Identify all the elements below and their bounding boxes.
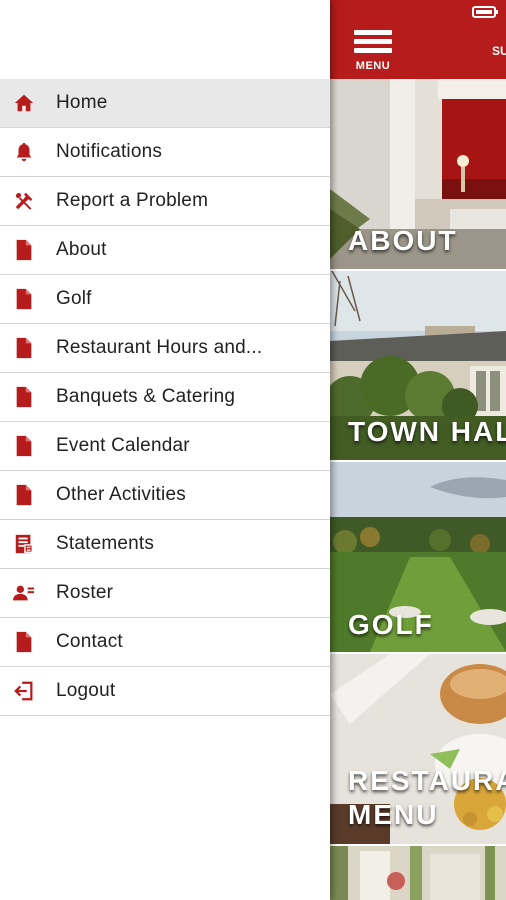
drawer-item-notifications[interactable]: Notifications — [0, 128, 330, 177]
drawer-item-label: Report a Problem — [56, 190, 209, 211]
top-app-bar: MENU SU — [330, 0, 506, 79]
menu-bar-icon — [354, 48, 392, 53]
drawer-item-restaurant-hours[interactable]: Restaurant Hours and... — [0, 324, 330, 373]
drawer-item-report-a-problem[interactable]: Report a Problem — [0, 177, 330, 226]
drawer-item-label: Other Activities — [56, 484, 186, 505]
roster-icon — [12, 581, 36, 605]
top-bar-partial-text: SU — [492, 44, 506, 58]
drawer-item-other-activities[interactable]: Other Activities — [0, 471, 330, 520]
document-icon — [12, 287, 36, 311]
drawer-item-label: Home — [56, 92, 108, 113]
document-icon — [12, 238, 36, 262]
logout-icon — [12, 679, 36, 703]
battery-icon — [472, 6, 498, 18]
drawer-item-label: Roster — [56, 582, 114, 603]
tile-caption: GOLF — [348, 609, 434, 640]
tile-restaurant-menu[interactable]: RESTAURA MENU — [330, 654, 506, 844]
document-icon — [12, 630, 36, 654]
drawer-item-label: Notifications — [56, 141, 163, 162]
document-icon — [12, 483, 36, 507]
menu-button[interactable]: MENU — [352, 30, 394, 72]
drawer-item-home[interactable]: Home — [0, 79, 330, 128]
bell-icon — [12, 140, 36, 164]
drawer-item-label: Logout — [56, 680, 116, 701]
drawer-item-about[interactable]: About — [0, 226, 330, 275]
drawer-item-statements[interactable]: Statements — [0, 520, 330, 569]
drawer-item-label: About — [56, 239, 107, 260]
menu-bar-icon — [354, 39, 392, 44]
drawer-item-label: Banquets & Catering — [56, 386, 236, 407]
tile-caption: TOWN HAL — [348, 416, 506, 447]
tile-town-hall[interactable]: TOWN HAL — [330, 271, 506, 460]
tile-caption: ABOUT — [348, 225, 458, 256]
tile-golf[interactable]: GOLF — [330, 462, 506, 652]
main-content: MENU SU ABOUT TOWN HAL GOLF RESTAURA MEN… — [330, 0, 506, 900]
tile-about[interactable]: ABOUT — [330, 79, 506, 269]
statement-icon — [12, 532, 36, 556]
navigation-drawer: Home Notifications Report a Problem Abou… — [0, 0, 330, 900]
drawer-menu-list: Home Notifications Report a Problem Abou… — [0, 79, 330, 716]
drawer-item-label: Event Calendar — [56, 435, 190, 456]
drawer-item-banquets-catering[interactable]: Banquets & Catering — [0, 373, 330, 422]
drawer-item-label: Restaurant Hours and... — [56, 337, 263, 358]
drawer-item-label: Contact — [56, 631, 123, 652]
drawer-item-roster[interactable]: Roster — [0, 569, 330, 618]
menu-bar-icon — [354, 30, 392, 35]
document-icon — [12, 336, 36, 360]
tools-icon — [12, 189, 36, 213]
tile-caption: RESTAURA — [348, 765, 506, 796]
drawer-item-golf[interactable]: Golf — [0, 275, 330, 324]
drawer-item-label: Statements — [56, 533, 155, 554]
drawer-item-logout[interactable]: Logout — [0, 667, 330, 716]
tile-next[interactable] — [330, 846, 506, 900]
drawer-item-event-calendar[interactable]: Event Calendar — [0, 422, 330, 471]
home-icon — [12, 91, 36, 115]
drawer-item-contact[interactable]: Contact — [0, 618, 330, 667]
tile-caption: MENU — [348, 799, 439, 830]
document-icon — [12, 385, 36, 409]
document-icon — [12, 434, 36, 458]
menu-button-label: MENU — [355, 60, 391, 72]
next-tile-image — [330, 846, 506, 900]
drawer-item-label: Golf — [56, 288, 92, 309]
